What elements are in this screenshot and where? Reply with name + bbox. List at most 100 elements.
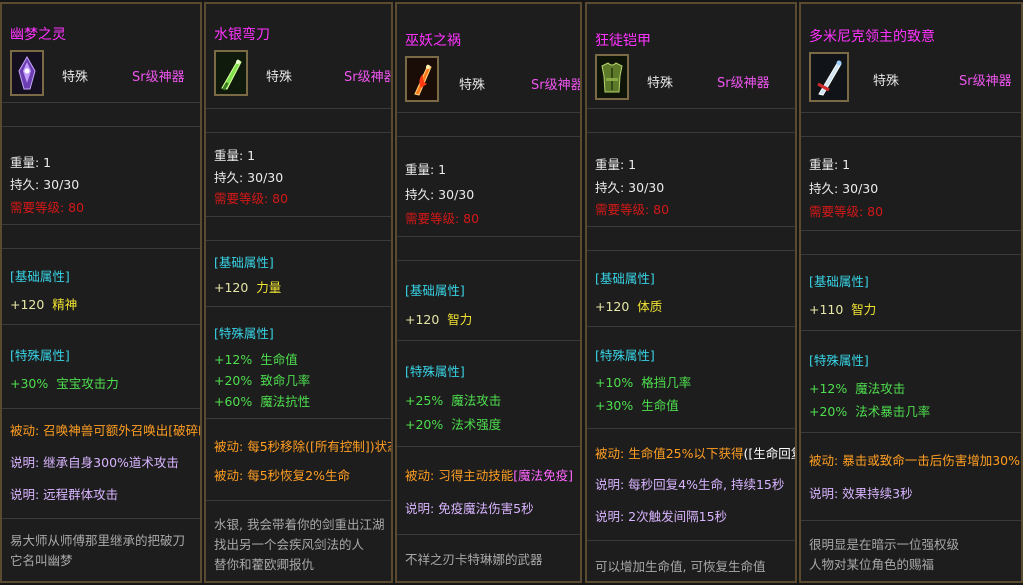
flavor-text: 不祥之刃卡特琳娜的武器: [405, 552, 543, 567]
base-stat-row: +120 体质: [595, 296, 662, 315]
divider: [397, 260, 580, 261]
durability-text: 持久: 30/30: [809, 181, 879, 196]
stat-value: +120: [595, 299, 630, 314]
base-attributes-header: [基础属性]: [214, 255, 274, 270]
base-stat-row: +120 智力: [405, 309, 472, 328]
required-level-text: 需要等级: 80: [10, 200, 85, 215]
flavor-text: 找出另一个会疾风剑法的人: [214, 537, 365, 552]
stat-name: 宝宝攻击力: [56, 376, 119, 391]
divider: [397, 534, 580, 535]
divider: [2, 248, 200, 249]
passive-line: 被动: 每5秒移除([所有控制])状态: [214, 439, 393, 454]
item-card-duominike: 多米尼克领主的致意 特殊 Sr级神器 重量: 1 持久: 30/30 需要等级:…: [799, 2, 1023, 583]
special-stat-row: +20% 法术强度: [405, 414, 501, 433]
item-title: 巫妖之祸: [405, 33, 461, 49]
passive-line: 被动: 召唤神兽可额外召唤出[破碎幽灵]: [10, 423, 200, 438]
divider: [587, 540, 795, 541]
stat-value: +30%: [595, 398, 634, 413]
item-grade: Sr级神器: [959, 74, 1012, 89]
divider: [2, 324, 200, 325]
base-stat-row: +120 力量: [214, 277, 281, 296]
item-grade: Sr级神器: [717, 76, 770, 91]
divider: [397, 112, 580, 113]
item-icon-frame: [809, 52, 849, 102]
base-attributes-header: [基础属性]: [809, 274, 869, 289]
divider: [397, 446, 580, 447]
stat-name: 生命值: [641, 398, 679, 413]
divider: [206, 108, 391, 109]
special-attributes-header: [特殊属性]: [10, 348, 70, 363]
base-attributes-header: [基础属性]: [405, 283, 465, 298]
item-type: 特殊: [62, 70, 89, 85]
durability-text: 持久: 30/30: [10, 177, 80, 192]
passive-line: 被动: 每5秒恢复2%生命: [214, 468, 350, 483]
required-level-text: 需要等级: 80: [809, 204, 884, 219]
item-type: 特殊: [459, 78, 486, 93]
stat-name: 魔法攻击: [451, 393, 502, 408]
flavor-text: 易大师从师傅那里继承的把破刀: [10, 533, 186, 548]
divider: [397, 236, 580, 237]
base-stat-row: +110 智力: [809, 299, 876, 318]
item-icon-frame: [10, 50, 44, 96]
divider: [2, 224, 200, 225]
required-level-text: 需要等级: 80: [214, 191, 289, 206]
divider: [206, 418, 391, 419]
special-stat-row: +20% 法术暴击几率: [809, 401, 930, 420]
divider: [206, 216, 391, 217]
divider: [206, 132, 391, 133]
divider: [801, 136, 1021, 137]
green-blade-icon: [216, 52, 246, 94]
item-grade: Sr级神器: [531, 78, 582, 93]
passive-line: 被动: 习得主动技能[魔法免疫]: [405, 468, 573, 483]
divider: [397, 340, 580, 341]
item-card-wuyao: 巫妖之祸 特殊 Sr级神器 重量: 1 持久: 30/30 需要等级: 80 […: [395, 2, 582, 583]
divider: [587, 326, 795, 327]
item-title: 幽梦之灵: [10, 27, 66, 43]
stat-value: +12%: [809, 381, 848, 396]
weight-text: 重量: 1: [10, 155, 52, 170]
flavor-text: 它名叫幽梦: [10, 553, 73, 568]
item-grade: Sr级神器: [132, 70, 185, 85]
divider: [206, 500, 391, 501]
base-stat-row: +120 精神: [10, 294, 77, 313]
divider: [801, 432, 1021, 433]
item-card-youmeng: 幽梦之灵 特殊 Sr级神器 重量: 1 持久: 30/30 需要等级: 80 […: [0, 2, 202, 583]
stat-value: +20%: [809, 404, 848, 419]
divider: [397, 136, 580, 137]
divider: [801, 112, 1021, 113]
durability-text: 持久: 30/30: [214, 170, 284, 185]
stat-name: 智力: [447, 312, 473, 327]
special-stat-row: +30% 宝宝攻击力: [10, 373, 119, 392]
stat-name: 致命几率: [260, 373, 311, 388]
flame-sword-icon: [407, 58, 437, 100]
item-title: 水银弯刀: [214, 27, 270, 43]
durability-text: 持久: 30/30: [405, 187, 475, 202]
required-level-text: 需要等级: 80: [405, 211, 480, 226]
item-title: 狂徒铠甲: [595, 33, 651, 49]
purple-crystal-icon: [12, 52, 42, 94]
stat-name: 精神: [52, 297, 78, 312]
passive-line: 被动: 生命值25%以下获得([生命回复])状态: [595, 446, 795, 461]
base-attributes-header: [基础属性]: [10, 269, 70, 284]
weight-text: 重量: 1: [809, 157, 851, 172]
divider: [801, 254, 1021, 255]
stat-name: 智力: [851, 302, 877, 317]
divider: [801, 330, 1021, 331]
weight-text: 重量: 1: [595, 157, 637, 172]
stat-name: 魔法攻击: [855, 381, 906, 396]
stat-name: 格挡几率: [641, 375, 692, 390]
required-level-text: 需要等级: 80: [595, 202, 670, 217]
durability-text: 持久: 30/30: [595, 180, 665, 195]
flavor-text: 替你和藿欧卿报仇: [214, 557, 315, 572]
special-stat-row: +12% 魔法攻击: [809, 378, 905, 397]
special-stat-row: +12% 生命值: [214, 349, 298, 368]
stat-name: 法术暴击几率: [855, 404, 931, 419]
special-stat-row: +30% 生命值: [595, 395, 679, 414]
base-attributes-header: [基础属性]: [595, 271, 655, 286]
note-line: 说明: 每秒回复4%生命, 持续15秒: [595, 477, 785, 492]
divider: [587, 108, 795, 109]
item-title: 多米尼克领主的致意: [809, 29, 935, 45]
divider: [587, 132, 795, 133]
divider: [206, 240, 391, 241]
special-attributes-header: [特殊属性]: [595, 348, 655, 363]
